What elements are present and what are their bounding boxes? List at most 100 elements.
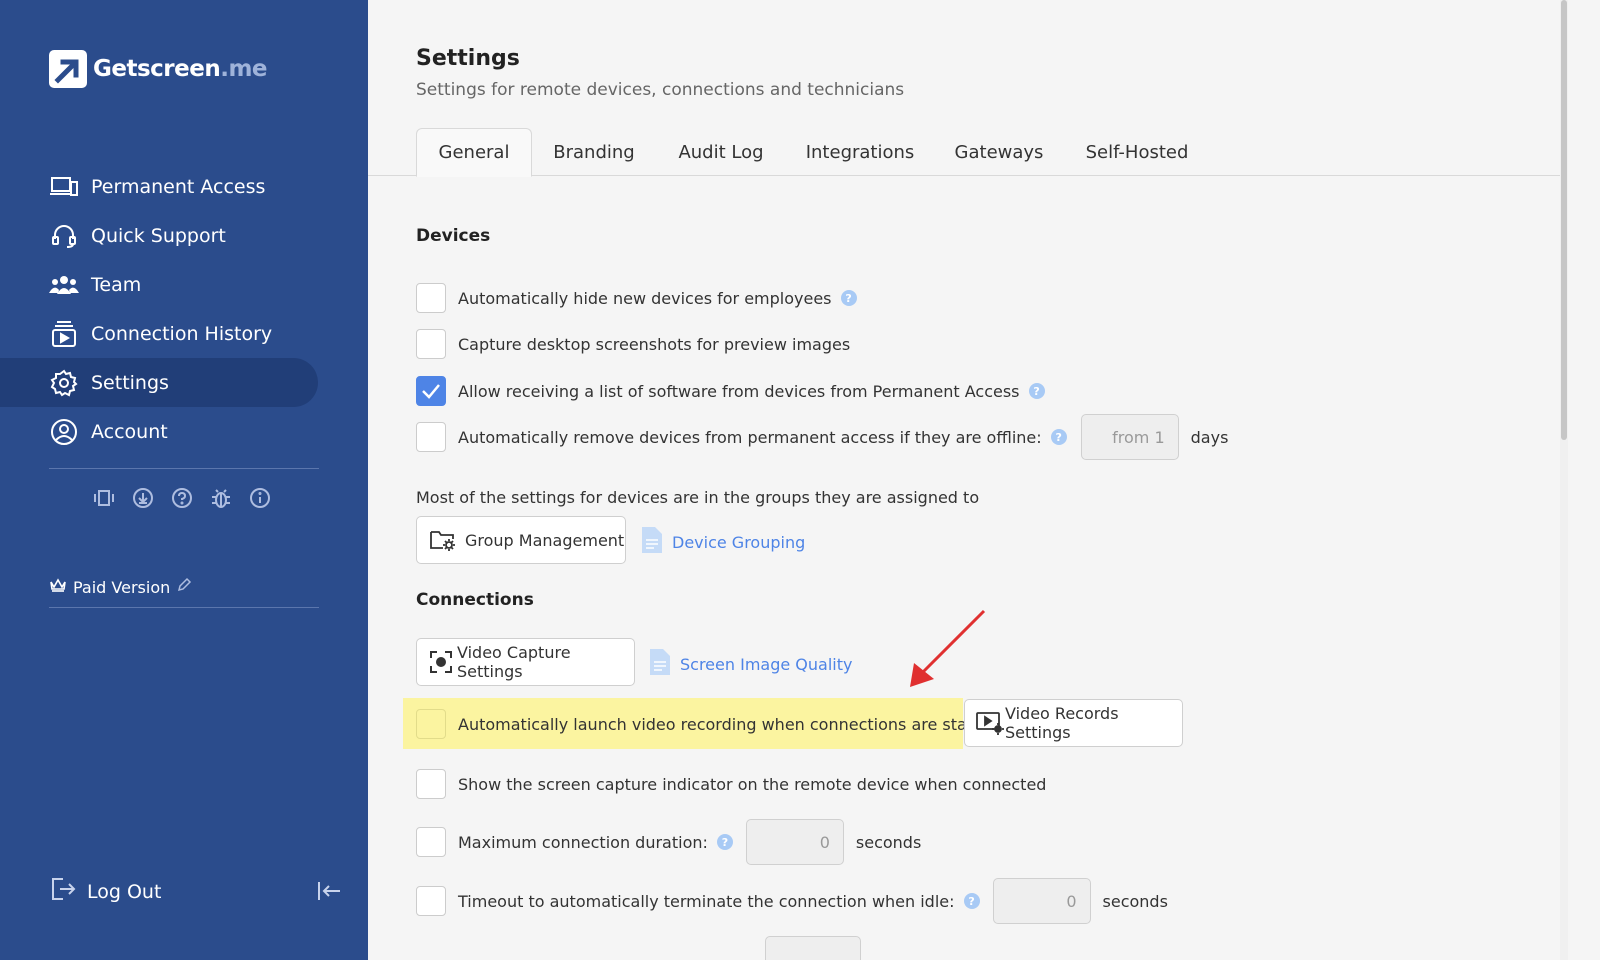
brand-logo[interactable]: Getscreen.me [49,50,268,88]
tab-integrations[interactable]: Integrations [792,128,928,176]
brand-name: Getscreen.me [93,56,268,82]
plan-label: Paid Version [73,577,171,597]
help-icon[interactable]: ? [716,834,733,850]
setting-auto-remove: Automatically remove devices from perman… [416,414,1228,460]
sidebar-divider [49,607,319,608]
document-icon [642,527,662,557]
annotation-arrow-icon [910,609,986,687]
help-icon[interactable]: ? [1028,383,1045,399]
group-management-button[interactable]: Group Management [416,516,626,564]
tab-branding[interactable]: Branding [538,128,650,176]
button-label: Video Records Settings [1005,704,1119,742]
setting-auto-record: Automatically launch video recording whe… [416,708,1000,740]
unit-label: days [1190,427,1229,447]
button-label: Video Capture Settings [457,643,571,681]
sidebar: Getscreen.me Permanent Access Quick Supp… [0,0,368,960]
plan-indicator[interactable]: Paid Version [49,577,192,597]
auto-record-checkbox[interactable] [416,709,446,739]
headset-icon [49,221,79,251]
setting-label: Automatically remove devices from perman… [458,427,1042,447]
tab-bar: General Branding Audit Log Integrations … [368,128,1560,177]
idle-timeout-checkbox[interactable] [416,886,446,916]
connections-heading: Connections [416,590,534,610]
main-content: Settings Settings for remote devices, co… [368,0,1560,960]
devices-heading: Devices [416,226,491,246]
capture-indicator-checkbox[interactable] [416,769,446,799]
sidebar-item-label: Permanent Access [91,175,266,198]
link-label: Device Grouping [672,532,806,552]
history-icon [49,319,79,349]
setting-label: Maximum connection duration: [458,832,708,852]
unit-label: seconds [855,832,922,852]
setting-label: Capture desktop screenshots for preview … [458,334,851,354]
screen-image-quality-link[interactable]: Screen Image Quality [650,649,852,679]
check-icon [422,384,440,399]
video-gear-icon [975,711,1005,735]
logo-icon [49,50,87,88]
capture-screenshots-checkbox[interactable] [416,329,446,359]
setting-label: Automatically launch video recording whe… [458,714,1000,734]
setting-idle-timeout: Timeout to automatically terminate the c… [416,878,1168,924]
crown-icon [49,577,67,597]
sidebar-divider [49,468,319,469]
scrollbar-thumb[interactable] [1561,0,1567,440]
logout-button[interactable]: Log Out [49,876,161,907]
devices-icon [49,172,79,202]
slides-icon[interactable] [93,485,115,511]
setting-label: Automatically hide new devices for emplo… [458,288,832,308]
logout-icon [49,876,77,907]
setting-max-duration: Maximum connection duration: ? 0 seconds [416,819,921,865]
device-grouping-link[interactable]: Device Grouping [642,527,805,557]
video-capture-settings-button[interactable]: Video Capture Settings [416,638,635,686]
sidebar-item-settings[interactable]: Settings [0,358,318,407]
idle-timeout-input[interactable]: 0 [992,878,1091,924]
link-label: Screen Image Quality [680,654,853,674]
sidebar-item-quick-support[interactable]: Quick Support [0,211,368,260]
tab-general[interactable]: General [416,128,532,177]
sidebar-item-permanent-access[interactable]: Permanent Access [0,162,368,211]
download-icon[interactable] [132,485,154,511]
tab-gateways[interactable]: Gateways [942,128,1056,176]
help-icon[interactable]: ? [840,290,857,306]
auto-remove-checkbox[interactable] [416,422,446,452]
info-icon[interactable] [249,485,271,511]
setting-capture-indicator: Show the screen capture indicator on the… [416,768,1046,800]
record-icon [429,650,453,674]
pencil-icon[interactable] [176,577,192,597]
collapse-sidebar-icon[interactable] [316,878,342,908]
bug-icon[interactable] [210,485,232,511]
setting-software-list: Allow receiving a list of software from … [416,375,1045,407]
logout-label: Log Out [87,880,162,903]
setting-label: Timeout to automatically terminate the c… [458,891,955,911]
account-icon [49,417,79,447]
sidebar-item-label: Quick Support [91,224,226,247]
max-duration-checkbox[interactable] [416,827,446,857]
sidebar-item-connection-history[interactable]: Connection History [0,309,368,358]
help-icon[interactable]: ? [963,893,980,909]
sidebar-item-label: Settings [91,371,169,394]
hide-new-devices-checkbox[interactable] [416,283,446,313]
setting-label: Allow receiving a list of software from … [458,381,1020,401]
page-title: Settings [416,46,520,71]
help-icon[interactable] [171,485,193,511]
gear-icon [49,368,79,398]
team-icon [49,270,79,300]
document-icon [650,649,670,679]
partial-input[interactable] [765,936,861,960]
software-list-checkbox[interactable] [416,376,446,406]
sidebar-item-account[interactable]: Account [0,407,368,456]
video-records-settings-button[interactable]: Video Records Settings [964,699,1183,747]
tab-audit-log[interactable]: Audit Log [664,128,778,176]
tab-self-hosted[interactable]: Self-Hosted [1070,128,1204,176]
max-duration-input[interactable]: 0 [745,819,844,865]
sidebar-item-team[interactable]: Team [0,260,368,309]
sidebar-item-label: Account [91,420,168,443]
page-subtitle: Settings for remote devices, connections… [416,80,905,100]
help-icon[interactable]: ? [1050,429,1067,445]
sidebar-nav: Permanent Access Quick Support Team Conn… [0,162,368,456]
folder-gear-icon [429,528,457,552]
auto-remove-days-input[interactable]: from 1 [1080,414,1179,460]
unit-label: seconds [1102,891,1168,911]
sidebar-utility-icons [93,485,271,511]
brand-name-suffix: .me [220,56,268,82]
